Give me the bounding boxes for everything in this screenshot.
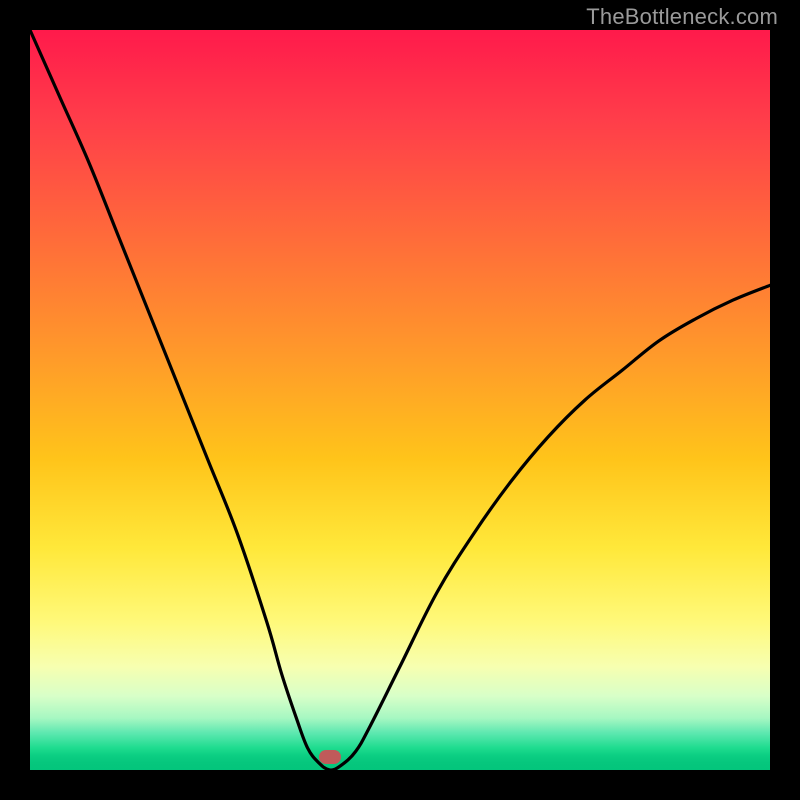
bottleneck-curve: [30, 30, 770, 770]
watermark-text: TheBottleneck.com: [586, 4, 778, 30]
optimum-marker: [319, 750, 341, 764]
plot-area: [30, 30, 770, 770]
curve-svg: [30, 30, 770, 770]
chart-stage: TheBottleneck.com: [0, 0, 800, 800]
